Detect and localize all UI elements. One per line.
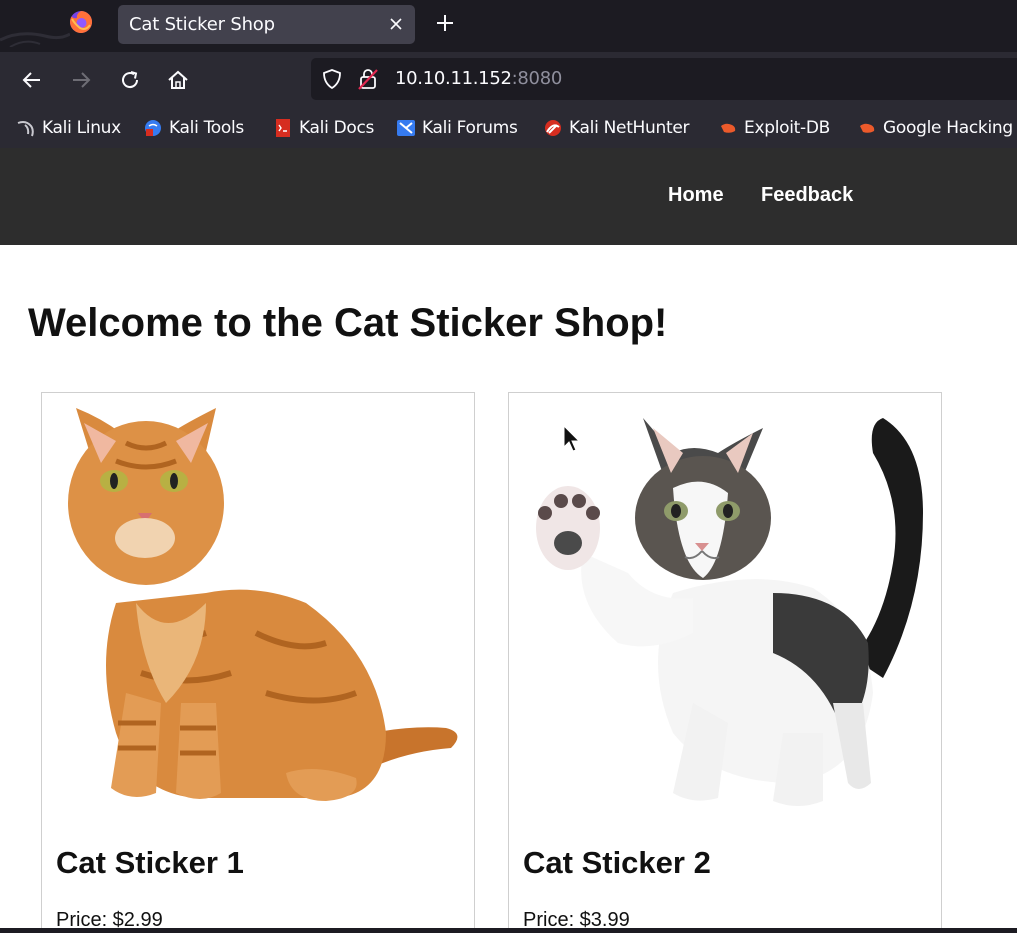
bookmarks-toolbar: Kali Linux Kali Tools Kali Docs Kali For… xyxy=(0,108,1017,148)
url-port: :8080 xyxy=(511,68,563,89)
kali-docs-icon xyxy=(276,119,290,137)
kali-forums-icon xyxy=(397,120,415,136)
reload-icon[interactable] xyxy=(117,67,143,93)
exploit-db-icon xyxy=(721,123,736,133)
bookmark-kali-forums[interactable]: Kali Forums xyxy=(396,116,518,140)
bookmark-label: Google Hacking xyxy=(883,118,1013,138)
tab-bar: Cat Sticker Shop xyxy=(0,0,1017,47)
bookmark-google-hacking[interactable]: Google Hacking xyxy=(857,116,1013,140)
bookmark-label: Kali NetHunter xyxy=(569,118,690,138)
product-price: Price: $3.99 xyxy=(523,909,630,928)
bookmark-label: Exploit-DB xyxy=(744,118,830,138)
kali-tools-icon xyxy=(145,120,161,136)
close-icon[interactable] xyxy=(387,15,405,33)
product-price: Price: $2.99 xyxy=(56,909,163,928)
page-title: Welcome to the Cat Sticker Shop! xyxy=(28,301,668,345)
mouse-cursor-icon xyxy=(563,425,581,452)
bookmark-kali-nethunter[interactable]: Kali NetHunter xyxy=(543,116,690,140)
plus-icon[interactable] xyxy=(434,12,456,34)
google-hacking-icon xyxy=(860,123,875,133)
orange-tabby-cat-image[interactable] xyxy=(56,403,460,813)
calico-kitten-image[interactable] xyxy=(523,403,927,813)
home-icon[interactable] xyxy=(165,67,191,93)
url-host: 10.10.11.152 xyxy=(395,68,512,89)
nethunter-icon xyxy=(545,120,561,136)
address-bar[interactable]: 10.10.11.152:8080 xyxy=(311,58,1017,100)
lock-insecure-icon[interactable] xyxy=(357,67,379,91)
window-bottom-edge xyxy=(0,928,1017,933)
bookmark-kali-docs[interactable]: Kali Docs xyxy=(273,116,374,140)
bookmark-label: Kali Forums xyxy=(422,118,518,138)
shield-icon[interactable] xyxy=(321,68,343,90)
bookmark-kali-tools[interactable]: Kali Tools xyxy=(143,116,244,140)
product-card: Cat Sticker 2 Price: $3.99 xyxy=(508,392,942,928)
url-text[interactable]: 10.10.11.152:8080 xyxy=(395,68,562,89)
nav-link-feedback[interactable]: Feedback xyxy=(761,184,853,207)
site-header: Home Feedback xyxy=(0,148,1017,245)
bookmark-label: Kali Linux xyxy=(42,118,121,138)
kali-wallpaper-decoration xyxy=(0,32,70,47)
bookmark-label: Kali Tools xyxy=(169,118,244,138)
bookmark-label: Kali Docs xyxy=(299,118,375,138)
tab-title: Cat Sticker Shop xyxy=(129,14,275,35)
back-arrow-icon[interactable] xyxy=(19,67,45,93)
bookmark-kali-linux[interactable]: Kali Linux xyxy=(16,116,121,140)
web-page-content: Home Feedback Welcome to the Cat Sticker… xyxy=(0,148,1017,928)
firefox-logo-icon[interactable] xyxy=(69,10,93,34)
product-title: Cat Sticker 2 xyxy=(523,845,711,880)
bookmark-exploit-db[interactable]: Exploit-DB xyxy=(718,116,830,140)
navigation-toolbar: 10.10.11.152:8080 xyxy=(0,52,1017,108)
forward-arrow-icon xyxy=(73,72,91,88)
nav-link-home[interactable]: Home xyxy=(668,184,724,207)
product-card: Cat Sticker 1 Price: $2.99 xyxy=(41,392,475,928)
tab-active[interactable]: Cat Sticker Shop xyxy=(118,5,415,44)
kali-dragon-icon xyxy=(17,121,34,137)
product-title: Cat Sticker 1 xyxy=(56,845,244,880)
